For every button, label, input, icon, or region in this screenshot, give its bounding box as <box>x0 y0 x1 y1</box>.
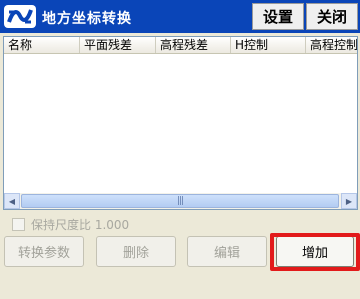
coordinate-list[interactable]: 名称 平面残差 高程残差 H控制 高程控制 ◀ ||| ▶ <box>3 36 358 210</box>
keep-scale-checkbox[interactable] <box>12 217 25 231</box>
keep-scale-option: 保持尺度比 1.000 <box>12 216 129 232</box>
window-title: 地方坐标转换 <box>42 11 132 27</box>
column-header-h-control[interactable]: H控制 <box>231 37 306 53</box>
column-header-height-control[interactable]: 高程控制 <box>306 37 357 53</box>
list-header: 名称 平面残差 高程残差 H控制 高程控制 <box>4 37 357 54</box>
title-bar: 地方坐标转换 设置 关闭 <box>0 0 360 33</box>
close-button[interactable]: 关闭 <box>306 3 358 30</box>
edit-button[interactable]: 编辑 <box>187 236 267 267</box>
transform-params-button[interactable]: 转换参数 <box>4 236 84 267</box>
app-logo-icon <box>4 5 36 28</box>
scrollbar-thumb[interactable]: ||| <box>21 194 339 208</box>
column-header-name[interactable]: 名称 <box>4 37 80 53</box>
add-button-highlight <box>270 233 360 271</box>
scroll-left-arrow-icon[interactable]: ◀ <box>4 193 20 209</box>
keep-scale-label: 保持尺度比 1.000 <box>31 217 130 232</box>
scroll-right-arrow-icon[interactable]: ▶ <box>341 193 357 209</box>
delete-button[interactable]: 删除 <box>96 236 176 267</box>
column-header-height-residual[interactable]: 高程残差 <box>156 37 231 53</box>
horizontal-scrollbar[interactable]: ◀ ||| ▶ <box>4 193 357 209</box>
settings-button[interactable]: 设置 <box>252 3 304 30</box>
column-header-plane-residual[interactable]: 平面残差 <box>80 37 156 53</box>
